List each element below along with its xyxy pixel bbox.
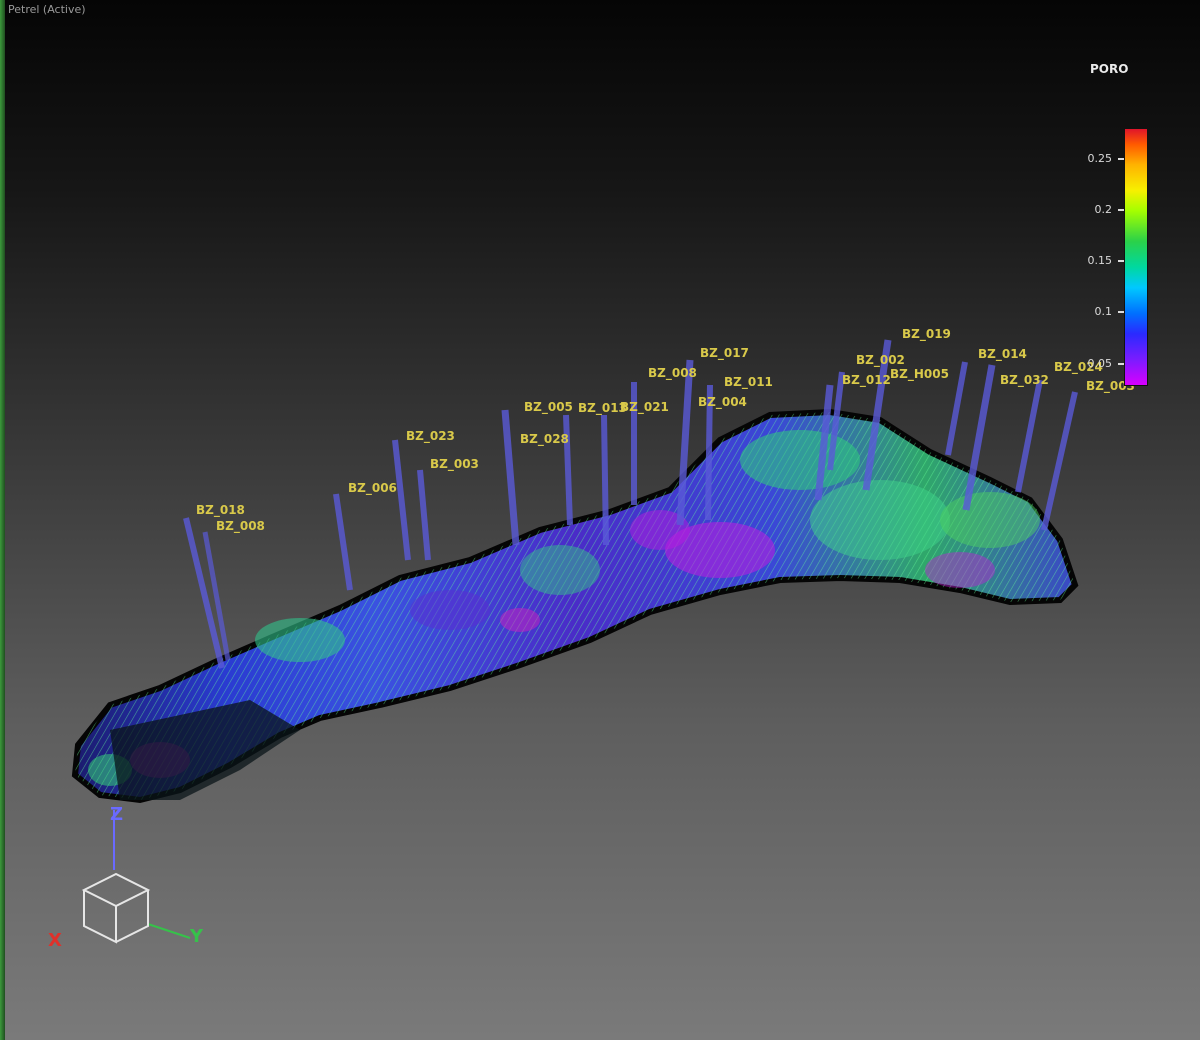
well-trajectory[interactable] <box>417 469 431 561</box>
y-axis-label: Y <box>189 926 204 947</box>
colorbar-tick-label: 0.2 <box>1094 202 1113 216</box>
well-label[interactable]: BZ_003 <box>430 457 479 472</box>
x-axis-label: X <box>48 930 62 951</box>
colorbar-gradient <box>1124 128 1148 386</box>
colorbar-tick <box>1118 157 1124 160</box>
colorbar-tick-label: 0.1 <box>1094 305 1113 319</box>
well-label[interactable]: BZ_011 <box>724 375 773 390</box>
colorbar-tick <box>1118 208 1124 211</box>
3d-viewport[interactable]: Petrel (Active) BZ_018 BZ_008 BZ_006 BZ_… <box>0 0 1200 1040</box>
well-trajectory[interactable] <box>392 439 411 561</box>
y-axis-line <box>147 923 191 939</box>
well-trajectory[interactable] <box>501 409 520 546</box>
well-trajectory[interactable] <box>945 361 968 456</box>
well-label[interactable]: BZ_014 <box>978 347 1027 362</box>
colorbar-tick <box>1118 362 1124 365</box>
well-label[interactable]: BZ_012 <box>842 373 891 388</box>
z-axis-label: Z <box>110 804 123 825</box>
well-label[interactable]: BZ_005 <box>524 400 573 415</box>
well-label[interactable]: BZ_021 <box>620 400 669 415</box>
well-trajectory[interactable] <box>1041 391 1078 531</box>
well-label[interactable]: BZ_006 <box>348 481 397 496</box>
well-label[interactable]: BZ_002 <box>856 353 905 368</box>
well-label[interactable]: BZ_018 <box>196 503 245 518</box>
well-label[interactable]: BZ_023 <box>406 429 455 444</box>
well-label[interactable]: BZ_004 <box>698 395 747 410</box>
colorbar-title: PORO <box>1090 62 1129 76</box>
colorbar-tick-label: 0.25 <box>1087 151 1113 165</box>
well-trajectory[interactable] <box>1015 379 1043 493</box>
well-label[interactable]: BZ_028 <box>520 432 569 447</box>
colorbar-tick-label: 0.05 <box>1087 356 1113 370</box>
well-label[interactable]: BZ_017 <box>700 346 749 361</box>
well-label[interactable]: BZ_019 <box>902 327 951 342</box>
well-trajectory[interactable] <box>333 493 353 591</box>
well-label[interactable]: BZ_008 <box>648 366 697 381</box>
view-cube-icon[interactable] <box>81 872 151 944</box>
reservoir-body[interactable] <box>71 408 1079 804</box>
well-label[interactable]: BZ_032 <box>1000 373 1049 388</box>
well-label[interactable]: BZ_H005 <box>890 367 949 382</box>
axis-triad[interactable]: Z Y X <box>30 790 230 970</box>
colorbar-tick <box>1118 311 1124 314</box>
colorbar-tick <box>1118 260 1124 263</box>
colorbar-tick-label: 0.15 <box>1087 254 1113 268</box>
well-label[interactable]: BZ_008 <box>216 519 265 534</box>
well-trajectory[interactable] <box>601 414 609 546</box>
